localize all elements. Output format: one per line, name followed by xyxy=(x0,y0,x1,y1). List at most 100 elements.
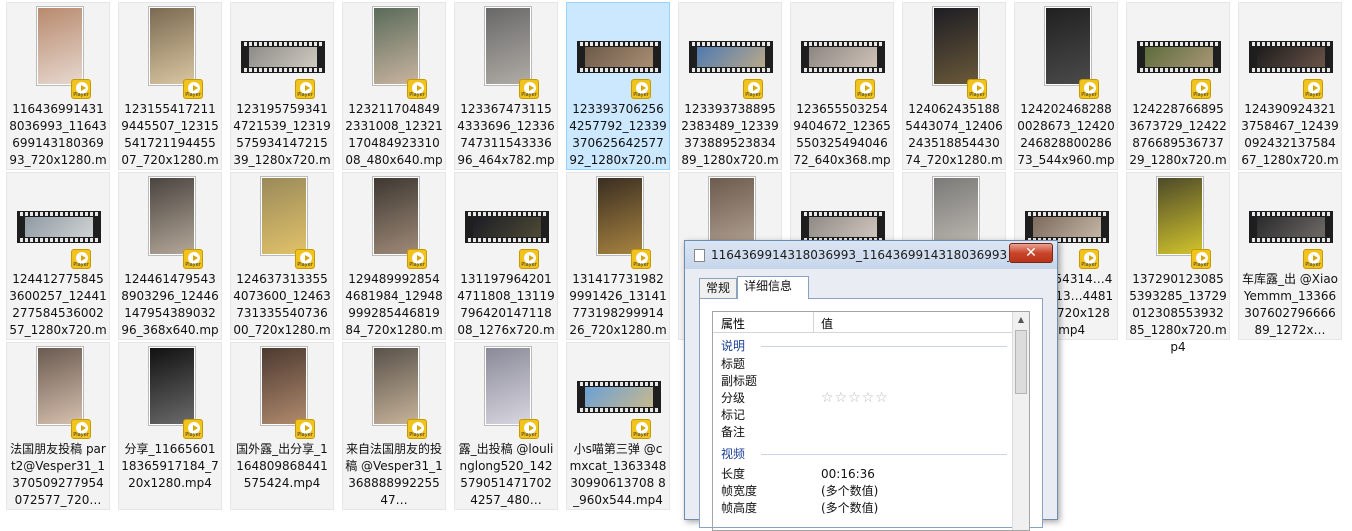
badge-label: Player xyxy=(73,262,89,268)
badge-label: Player xyxy=(521,92,537,98)
thumbnail-image xyxy=(1145,47,1213,67)
player-badge-icon: Player xyxy=(1303,79,1323,99)
thumbnail-image xyxy=(149,7,195,85)
thumbnail-image xyxy=(585,47,653,67)
file-icon xyxy=(694,249,705,262)
video-thumbnail: Player xyxy=(349,177,441,269)
file-tile[interactable]: Player 1233937388952383489_12339373889523… xyxy=(678,2,782,184)
thumbnail-image xyxy=(249,47,317,67)
video-thumbnail: Player xyxy=(797,7,889,99)
file-tile[interactable]: Player 1240624351885443074_12406243518854… xyxy=(902,2,1006,184)
badge-label: Player xyxy=(185,262,201,268)
file-tile[interactable]: Player 车库露_出 @XiaoYemmm_13366307602796666… xyxy=(1238,172,1342,340)
thumbnail-image xyxy=(261,347,307,425)
player-badge-icon: Player xyxy=(183,249,203,269)
frame-height-value: (多个数值) xyxy=(821,501,879,515)
video-thumbnail: Player xyxy=(237,177,329,269)
file-tile[interactable]: Player 1372901230855393285_13729012308553… xyxy=(1126,172,1230,354)
thumbnail-image xyxy=(149,347,195,425)
thumbnail-image xyxy=(25,217,93,237)
video-thumbnail: Player xyxy=(1133,7,1225,99)
file-tile[interactable]: Player 分享_1166560118365917184_720x1280.mp… xyxy=(118,342,222,510)
badge-label: Player xyxy=(409,262,425,268)
property-length: 长度 xyxy=(721,467,746,481)
column-value[interactable]: 值 xyxy=(821,315,833,332)
player-badge-icon: Player xyxy=(407,79,427,99)
column-property[interactable]: 属性 xyxy=(721,315,745,332)
dialog-title-bar[interactable]: 1164369914318036993_1164369914318036993_… xyxy=(685,241,1057,269)
badge-label: Player xyxy=(1193,92,1209,98)
video-thumbnail: Player xyxy=(461,347,553,439)
player-badge-icon: Player xyxy=(295,79,315,99)
close-button[interactable]: ✕ xyxy=(1009,243,1053,263)
file-tile[interactable]: Player 1311979642014711808_13119796420147… xyxy=(454,172,558,354)
file-tile[interactable]: Player 1314177319829991426_13141773198299… xyxy=(566,172,670,354)
film-strip-icon xyxy=(1137,41,1221,73)
property-frame-width: 帧宽度 xyxy=(721,484,758,498)
film-strip-icon xyxy=(801,41,885,73)
file-tile[interactable]: Player 露_出投稿 @loulinglong520_142579051471… xyxy=(454,342,558,510)
scroll-up-icon[interactable]: ▲ xyxy=(1013,312,1029,328)
thumbnail-image xyxy=(485,7,531,85)
video-thumbnail: Player xyxy=(125,7,217,99)
file-tile[interactable]: Player 1233937062564257792_12339370625642… xyxy=(566,2,670,184)
scrollbar-thumb[interactable] xyxy=(1015,330,1027,394)
file-tile[interactable]: Player 1232117048492331008_12321170484923… xyxy=(342,2,446,184)
player-badge-icon: Player xyxy=(183,79,203,99)
video-thumbnail: Player xyxy=(909,7,1001,99)
file-tile[interactable]: Player 来自法国朋友的投稿 @Vesper31_13688889922554… xyxy=(342,342,446,510)
file-tile[interactable]: Player 1243909243213758467_12439092432137… xyxy=(1238,2,1342,184)
thumbnail-image xyxy=(373,177,419,255)
vertical-scrollbar[interactable]: ▲ xyxy=(1012,312,1029,530)
file-tile[interactable]: Player 1231957593414721539_12319575934147… xyxy=(230,2,334,184)
file-tile[interactable]: Player 1244127758453600257_12441277584536… xyxy=(6,172,110,354)
rating-stars[interactable]: ☆☆☆☆☆ xyxy=(821,390,889,406)
video-thumbnail: Player xyxy=(573,177,665,269)
player-badge-icon: Player xyxy=(855,79,875,99)
video-thumbnail: Player xyxy=(13,177,105,269)
thumbnail-image xyxy=(373,347,419,425)
player-badge-icon: Player xyxy=(967,79,987,99)
section-divider xyxy=(761,346,1007,347)
file-tile[interactable]: Player 小s喵第三弹 @cmxcat_136334830990613708 … xyxy=(566,342,670,510)
properties-dialog: 1164369914318036993_1164369914318036993_… xyxy=(684,240,1058,531)
player-badge-icon: Player xyxy=(407,249,427,269)
property-title: 标题 xyxy=(721,357,746,371)
film-strip-icon xyxy=(1025,211,1109,243)
file-tile[interactable]: Player 1164369914318036993_11643699143180… xyxy=(6,2,110,184)
video-thumbnail: Player xyxy=(237,347,329,439)
file-name: 来自法国朋友的投稿 @Vesper31_136888899225547… xyxy=(345,442,443,507)
video-thumbnail: Player xyxy=(573,347,665,439)
file-tile[interactable]: Player 1242024682880028673_12420246828800… xyxy=(1014,2,1118,184)
tab-general[interactable]: 常规 xyxy=(699,278,737,298)
thumbnail-image xyxy=(37,7,83,85)
file-tile[interactable]: Player 1294899928544681984_12948999285446… xyxy=(342,172,446,354)
film-strip-icon xyxy=(689,41,773,73)
file-tile[interactable]: Player 1233674731154333696_12336747311543… xyxy=(454,2,558,184)
player-badge-icon: Player xyxy=(631,79,651,99)
file-tile[interactable]: Player 1244614795438903296_12446147954389… xyxy=(118,172,222,354)
tab-details[interactable]: 详细信息 xyxy=(737,276,809,299)
file-name: 国外露_出分享_1164809868441575424.mp4 xyxy=(236,442,328,490)
section-description: 说明 xyxy=(721,339,746,353)
thumbnail-image xyxy=(485,347,531,425)
property-list[interactable]: 属性 值 说明 标题 副标题 分级 ☆☆☆☆☆ 标记 备注 视频 长度 00:1… xyxy=(712,311,1030,531)
list-header: 属性 值 xyxy=(713,312,1013,333)
thumbnail-image xyxy=(585,387,653,407)
frame-width-value: (多个数值) xyxy=(821,484,879,498)
thumbnail-image xyxy=(261,177,307,255)
player-badge-icon: Player xyxy=(1079,79,1099,99)
file-tile[interactable]: Player 1231554172119445507_12315541721194… xyxy=(118,2,222,184)
badge-label: Player xyxy=(521,262,537,268)
file-tile[interactable]: Player 1242287668953673729_12422876689536… xyxy=(1126,2,1230,184)
film-strip-icon xyxy=(1249,211,1333,243)
thumbnail-image xyxy=(809,47,877,67)
thumbnail-image xyxy=(1033,217,1101,237)
file-tile[interactable]: Player 法国朋友投稿 part2@Vesper31_137050927795… xyxy=(6,342,110,510)
player-badge-icon: Player xyxy=(1303,249,1323,269)
file-tile[interactable]: Player 国外露_出分享_1164809868441575424.mp4 xyxy=(230,342,334,510)
film-strip-icon xyxy=(577,381,661,413)
file-name: 小s喵第三弹 @cmxcat_136334830990613708 8_960x… xyxy=(569,442,667,507)
file-tile[interactable]: Player 1236555032549404672_12365550325494… xyxy=(790,2,894,184)
file-tile[interactable]: Player 1246373133554073600_12463731335540… xyxy=(230,172,334,354)
